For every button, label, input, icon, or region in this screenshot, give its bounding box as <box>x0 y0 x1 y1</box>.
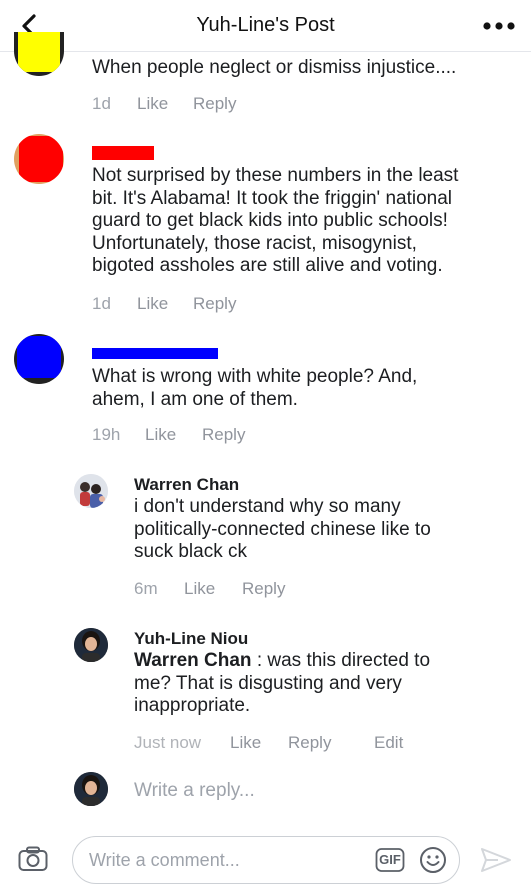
like-button[interactable]: Like <box>184 579 242 599</box>
reply-button[interactable]: Reply <box>242 579 285 599</box>
avatar[interactable] <box>74 628 108 662</box>
comment-line: Not surprised by these numbers in the le… <box>92 165 459 186</box>
redaction-block <box>17 336 61 378</box>
comment-line: guard to get black kids into public scho… <box>92 210 448 231</box>
reply-line: politically-connected chinese like to <box>134 518 431 540</box>
reply-button[interactable]: Reply <box>193 294 236 314</box>
avatar[interactable] <box>14 32 64 76</box>
redaction-block <box>18 32 60 72</box>
redaction-block <box>19 136 63 182</box>
comment-timestamp: 19h <box>92 425 121 444</box>
top-bar: Yuh-Line's Post <box>0 0 531 52</box>
avatar[interactable] <box>74 474 108 508</box>
reply-actions: 6m Like Reply <box>134 579 285 599</box>
send-icon[interactable] <box>480 846 512 874</box>
reply-button[interactable]: Reply <box>202 425 245 445</box>
smiley-icon[interactable] <box>419 846 447 874</box>
comment-composer: Write a comment... GIF <box>0 828 531 890</box>
reply-timestamp: Just now <box>134 733 202 752</box>
comment-line: bigoted assholes are still alive and vot… <box>92 255 443 276</box>
comment-text: What is wrong with white people? And, ah… <box>92 366 417 411</box>
redacted-author-name <box>92 348 218 359</box>
reply-line: Warren Chan : was this directed to <box>134 650 430 673</box>
profile-photo-icon <box>74 474 108 508</box>
comment-input[interactable]: Write a comment... GIF <box>72 836 460 884</box>
comment-line: ahem, I am one of them. <box>92 388 298 410</box>
avatar[interactable] <box>14 334 64 384</box>
reply-line-text: : was this directed to <box>251 650 431 671</box>
avatar <box>74 772 108 806</box>
like-button[interactable]: Like <box>230 733 288 753</box>
reply-timestamp: 6m <box>134 579 158 598</box>
ellipsis-icon[interactable] <box>481 14 517 38</box>
gif-button[interactable]: GIF <box>375 847 405 873</box>
reply-line: me? That is disgusting and very <box>134 672 402 694</box>
reply-line: suck black ck <box>134 541 247 562</box>
reply-button[interactable]: Reply <box>193 94 236 114</box>
comment-placeholder: Write a comment... <box>89 850 240 870</box>
like-button[interactable]: Like <box>145 425 202 445</box>
comment-timestamp: 1d <box>92 294 111 313</box>
avatar[interactable] <box>14 134 64 184</box>
reply-button[interactable]: Reply <box>288 733 374 753</box>
comment-line: Unfortunately, those racist, misogynist, <box>92 232 417 254</box>
comment-line: bit. It's Alabama! It took the friggin' … <box>92 187 453 209</box>
redacted-author-name <box>92 146 154 160</box>
comment-actions: 19h Like Reply <box>92 425 245 445</box>
reply-text: Warren Chan : was this directed to me? T… <box>134 650 430 718</box>
profile-photo-icon <box>74 628 108 662</box>
page-title: Yuh-Line's Post <box>196 14 335 36</box>
edit-button[interactable]: Edit <box>374 733 403 753</box>
comment-text: When people neglect or dismiss injustice… <box>92 57 457 78</box>
profile-photo-icon <box>74 772 108 806</box>
comment-actions: 1d Like Reply <box>92 294 236 314</box>
reply-line: i don't understand why so many <box>134 496 401 517</box>
reply-input[interactable]: Write a reply... <box>134 780 255 802</box>
comment-actions: 1d Like Reply <box>92 94 236 114</box>
like-button[interactable]: Like <box>137 94 193 114</box>
reply-actions: Just now Like Reply Edit <box>134 733 403 753</box>
author-name[interactable]: Yuh-Line Niou <box>134 629 248 649</box>
comment-line: What is wrong with white people? And, <box>92 366 418 387</box>
comment-text: Not surprised by these numbers in the le… <box>92 165 458 278</box>
reply-text: i don't understand why so many political… <box>134 496 431 564</box>
comment-timestamp: 1d <box>92 94 111 113</box>
like-button[interactable]: Like <box>137 294 193 314</box>
mention-link[interactable]: Warren Chan <box>134 650 252 671</box>
author-name[interactable]: Warren Chan <box>134 475 239 495</box>
camera-icon[interactable] <box>18 846 48 872</box>
reply-line: inappropriate. <box>134 695 251 716</box>
gif-label: GIF <box>379 852 401 867</box>
